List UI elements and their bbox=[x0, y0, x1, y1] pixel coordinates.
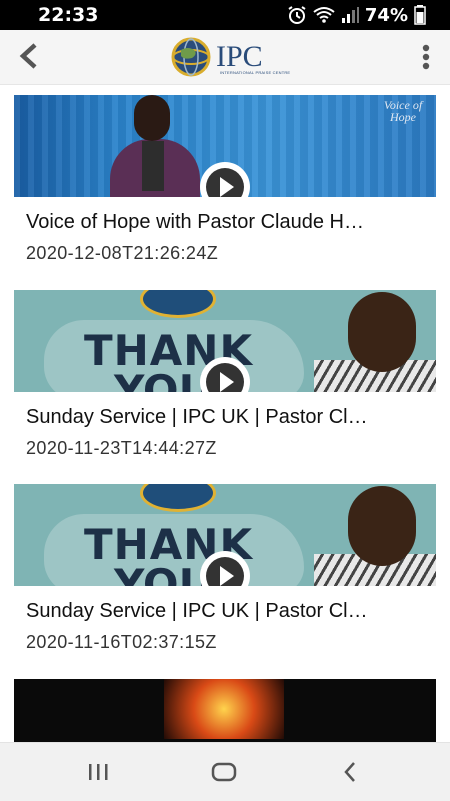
video-thumbnail[interactable]: THANK YOU bbox=[14, 484, 436, 586]
app-logo: IPC INTERNATIONAL PRAISE CENTRE bbox=[170, 36, 290, 78]
video-feed[interactable]: Voice of Hope Voice of Hope with Pastor … bbox=[0, 84, 450, 742]
app-bar: IPC INTERNATIONAL PRAISE CENTRE bbox=[0, 30, 450, 85]
battery-percent: 74% bbox=[364, 4, 408, 26]
video-card[interactable]: Voice of Hope Voice of Hope with Pastor … bbox=[14, 95, 436, 285]
wifi-icon bbox=[313, 7, 335, 23]
system-back-button[interactable] bbox=[330, 757, 370, 787]
video-date: 2020-11-23T14:44:27Z bbox=[26, 438, 217, 458]
video-card[interactable] bbox=[14, 679, 436, 742]
back-arrow-icon bbox=[19, 43, 37, 69]
back-button[interactable] bbox=[14, 41, 44, 71]
back-icon bbox=[344, 762, 355, 782]
battery-icon bbox=[414, 5, 426, 25]
play-icon[interactable] bbox=[197, 548, 253, 586]
video-title[interactable]: Sunday Service | IPC UK | Pastor Cl… bbox=[26, 600, 431, 623]
video-card[interactable]: THANK YOU Sunday Service | IPC UK | Past… bbox=[14, 290, 436, 480]
system-nav-bar bbox=[0, 742, 450, 801]
logo-subtitle: INTERNATIONAL PRAISE CENTRE bbox=[220, 70, 291, 75]
recent-apps-button[interactable] bbox=[78, 757, 118, 787]
logo-text: IPC bbox=[216, 40, 263, 73]
video-thumbnail[interactable]: THANK YOU bbox=[14, 290, 436, 392]
more-vert-icon bbox=[422, 44, 430, 70]
play-icon[interactable] bbox=[197, 159, 253, 197]
video-title[interactable]: Sunday Service | IPC UK | Pastor Cl… bbox=[26, 406, 431, 429]
status-bar: 22:33 74% bbox=[0, 0, 450, 30]
home-button[interactable] bbox=[204, 757, 244, 787]
recent-apps-icon bbox=[89, 764, 108, 780]
video-card[interactable]: THANK YOU Sunday Service | IPC UK | Past… bbox=[14, 484, 436, 674]
play-icon[interactable] bbox=[197, 354, 253, 392]
thumbnail-brand: Voice of Hope bbox=[383, 98, 423, 124]
video-thumbnail[interactable]: Voice of Hope bbox=[14, 95, 436, 197]
video-thumbnail[interactable] bbox=[14, 679, 436, 742]
status-icons: 74% bbox=[287, 4, 426, 26]
home-icon bbox=[211, 762, 237, 782]
more-options-button[interactable] bbox=[416, 40, 436, 74]
alarm-icon bbox=[288, 6, 306, 24]
video-title[interactable]: Voice of Hope with Pastor Claude H… bbox=[26, 211, 431, 234]
signal-icon bbox=[341, 7, 359, 23]
video-date: 2020-11-16T02:37:15Z bbox=[26, 632, 217, 652]
video-date: 2020-12-08T21:26:24Z bbox=[26, 243, 219, 263]
globe-logo-icon bbox=[171, 37, 211, 77]
status-time: 22:33 bbox=[38, 4, 99, 26]
